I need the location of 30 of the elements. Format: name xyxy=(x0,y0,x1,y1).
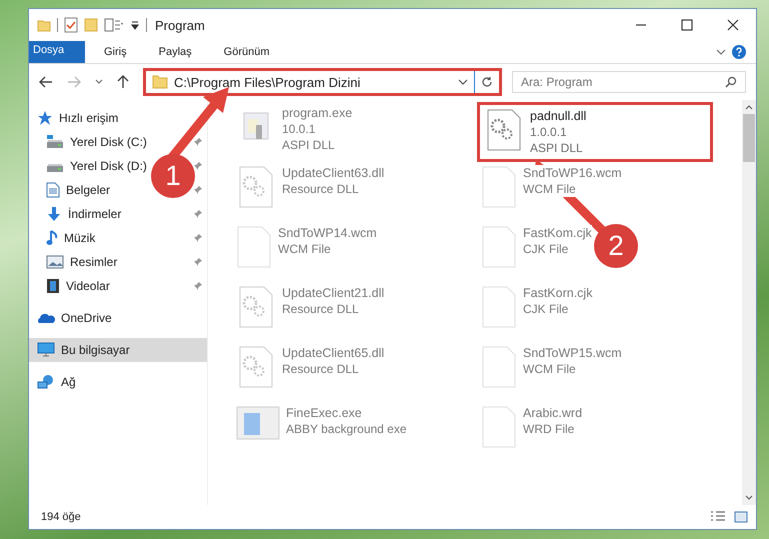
sidebar-item[interactable]: İndirmeler xyxy=(68,207,122,221)
ribbon-tab[interactable]: Giriş xyxy=(91,41,140,63)
window-title: Program xyxy=(155,18,205,32)
file-name[interactable]: FastKom.cjk xyxy=(523,225,592,241)
file-name[interactable]: FastKorn.cjk xyxy=(523,285,592,301)
sidebar-item[interactable]: Resimler xyxy=(70,255,118,269)
ribbon-tab[interactable]: Paylaş xyxy=(146,41,205,63)
file-detail: ABBY background exe xyxy=(286,421,407,437)
file-name[interactable]: UpdateClient65.dll xyxy=(282,345,384,361)
address-path: C:\Program Files\Program Dizini xyxy=(174,74,362,90)
file-detail: WCM File xyxy=(523,181,576,197)
item-count: 194 öğe xyxy=(41,511,81,523)
sidebar-item[interactable]: Müzik xyxy=(64,231,96,245)
step-number-badge: 1 xyxy=(151,154,195,198)
ribbon-tab[interactable]: Görünüm xyxy=(210,41,282,63)
sidebar-item[interactable]: Hızlı erişim xyxy=(29,106,207,130)
sidebar-item[interactable]: Videolar xyxy=(66,279,110,293)
address-bar[interactable]: C:\Program Files\Program Dizini xyxy=(143,68,502,96)
step-number-badge: 2 xyxy=(594,224,638,268)
sidebar-item[interactable]: Bu bilgisayar xyxy=(29,338,207,362)
file-name[interactable]: UpdateClient63.dll xyxy=(282,165,384,181)
sidebar-item[interactable]: OneDrive xyxy=(29,306,207,330)
file-name[interactable]: SndToWP16.wcm xyxy=(523,165,622,181)
sidebar-item[interactable]: Belgeler xyxy=(66,183,110,197)
file-name[interactable]: padnull.dll xyxy=(530,108,586,124)
sidebar-item[interactable]: Yerel Disk (D:) xyxy=(70,159,147,173)
sidebar-item[interactable]: Ağ xyxy=(29,370,207,394)
sidebar-item[interactable]: Yerel Disk (C:) xyxy=(70,135,147,149)
file-name[interactable]: UpdateClient21.dll xyxy=(282,285,384,301)
search-field[interactable]: Ara: Program xyxy=(512,71,746,93)
